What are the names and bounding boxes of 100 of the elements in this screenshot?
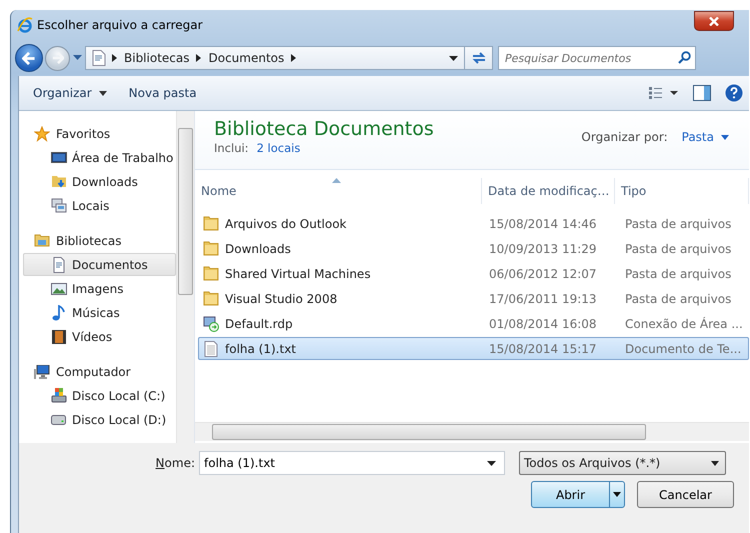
file-name-label: Nome: <box>154 456 196 470</box>
date-cell-text: 15/08/2014 15:17 <box>488 342 598 356</box>
date-cell-text: 15/08/2014 14:46 <box>488 216 598 230</box>
caret-icon <box>711 460 719 466</box>
file-row[interactable]: Shared Virtual Machines 06/06/2012 12:07 Pasta de arquivos <box>198 262 749 285</box>
horizontal-scrollbar[interactable] <box>195 422 749 441</box>
sidebar-item[interactable]: Disco Local (C:) <box>23 384 176 407</box>
file-name-field[interactable]: folha (1).txt <box>199 451 505 475</box>
sidebar-item[interactable]: Documentos <box>23 253 176 276</box>
file-row[interactable]: Arquivos do Outlook 15/08/2014 14:46 Pasta de arquivos <box>198 212 749 235</box>
window-title: Escolher arquivo a carregar <box>37 18 203 32</box>
address-bar[interactable]: Bibliotecas Documentos <box>85 46 465 70</box>
film-icon <box>52 330 66 344</box>
type-cell-text: Pasta de arquivos <box>624 242 732 256</box>
column-header[interactable]: Tipo <box>615 178 749 204</box>
chevron-icon[interactable] <box>291 54 296 62</box>
close-button[interactable] <box>694 11 734 31</box>
breadcrumb-item[interactable]: Documentos <box>208 51 284 65</box>
folder-icon <box>202 266 218 281</box>
sidebar-item[interactable]: Disco Local (D:) <box>23 408 176 431</box>
monitor-icon <box>50 152 66 163</box>
preview-pane-button[interactable] <box>693 85 711 101</box>
sidebar-item[interactable]: Locais <box>23 194 176 217</box>
type-cell-text: Pasta de arquivos <box>624 266 732 280</box>
folder-icon <box>34 234 50 247</box>
help-button[interactable] <box>725 84 743 102</box>
sidebar-item[interactable]: Imagens <box>23 277 176 300</box>
locations-link[interactable]: 2 locais <box>256 141 300 155</box>
music-note-icon <box>52 304 65 320</box>
sidebar-item[interactable]: Músicas <box>23 301 176 324</box>
left-arrow-icon <box>22 52 36 64</box>
file-name: Visual Studio 2008 <box>225 292 338 306</box>
caret-icon <box>98 90 107 96</box>
file-row[interactable]: Downloads 10/09/2013 11:29 Pasta de arquivos <box>198 237 749 260</box>
breadcrumb-item[interactable]: Bibliotecas <box>124 51 190 65</box>
type-cell-text: Conexão de Área ... <box>624 316 744 330</box>
document-icon <box>52 256 64 272</box>
sort-ascending-icon <box>332 178 342 183</box>
caret-icon <box>613 492 621 497</box>
star-icon <box>34 126 50 142</box>
right-arrow-icon <box>52 52 64 64</box>
file-name: Downloads <box>225 242 291 256</box>
pane-icon <box>693 85 711 101</box>
date-cell-text: 06/06/2012 12:07 <box>488 266 598 280</box>
library-title: Biblioteca Documentos <box>214 117 434 141</box>
column-header[interactable]: Nome <box>195 178 482 204</box>
dialog-button[interactable]: Abrir <box>531 481 625 508</box>
refresh-button[interactable] <box>465 46 493 70</box>
toolbar-button[interactable]: Nova pasta <box>124 82 201 104</box>
includes-label: Inclui: <box>214 141 249 155</box>
document-icon <box>92 50 106 66</box>
column-header[interactable]: Data de modificaç… <box>482 178 615 204</box>
arrange-by-dropdown[interactable]: Pasta <box>682 130 729 144</box>
folder-icon <box>202 241 218 256</box>
computer-window-icon <box>50 198 66 213</box>
sidebar-item[interactable]: Vídeos <box>23 325 176 348</box>
file-name: Arquivos do Outlook <box>225 216 346 230</box>
file-name: folha (1).txt <box>225 342 296 356</box>
file-row[interactable]: Visual Studio 2008 17/06/2011 19:13 Pasta de arquivos <box>198 287 749 310</box>
dropdown-arrow-icon[interactable] <box>449 56 458 60</box>
sidebar-group[interactable]: Computador <box>19 360 176 383</box>
file-type-dropdown[interactable]: Todos os Arquivos (*.*) <box>519 451 726 475</box>
search-field[interactable]: Pesquisar Documentos <box>498 46 696 70</box>
chevron-icon[interactable] <box>196 54 202 62</box>
sidebar-item[interactable]: Área de Trabalho <box>23 146 176 169</box>
browser-logo-icon <box>17 17 33 33</box>
dropdown-arrow-icon[interactable] <box>487 461 496 466</box>
file-name: Default.rdp <box>225 316 293 330</box>
refresh-arrows-icon <box>472 52 486 64</box>
remote-connection-icon <box>202 316 218 332</box>
drive-icon <box>51 414 66 424</box>
sidebar-group[interactable]: Favoritos <box>19 122 176 145</box>
file-row[interactable]: Default.rdp 01/08/2014 16:08 Conexão de Área ... <box>198 312 749 335</box>
type-cell-text: Documento de Te... <box>624 342 742 356</box>
sidebar-group[interactable]: Bibliotecas <box>19 229 176 252</box>
list-view-icon <box>649 87 679 99</box>
help-icon <box>725 84 743 102</box>
close-icon <box>709 16 719 26</box>
vertical-scrollbar[interactable] <box>176 111 194 443</box>
drive-icon <box>50 388 66 403</box>
search-icon <box>678 51 691 64</box>
dialog-button[interactable]: Cancelar <box>637 481 734 508</box>
text-file-icon <box>204 340 218 356</box>
file-row[interactable]: folha (1).txt 15/08/2014 15:17 Documento de Te... <box>198 337 749 360</box>
computer-icon <box>34 364 50 378</box>
sidebar-item[interactable]: Downloads <box>23 170 176 193</box>
picture-icon <box>50 282 66 294</box>
toolbar-button[interactable]: Organizar <box>29 82 111 104</box>
view-options-button[interactable] <box>649 87 679 99</box>
date-cell-text: 01/08/2014 16:08 <box>488 316 598 330</box>
type-cell-text: Pasta de arquivos <box>624 292 732 306</box>
caret-icon <box>721 134 729 140</box>
date-cell-text: 17/06/2011 19:13 <box>488 292 598 306</box>
chevron-icon[interactable] <box>112 54 117 62</box>
file-name: Shared Virtual Machines <box>225 266 371 280</box>
type-cell-text: Pasta de arquivos <box>624 216 732 230</box>
back-button[interactable] <box>15 44 43 72</box>
folder-icon <box>202 291 218 306</box>
arrange-by-label: Organizar por: <box>581 130 668 144</box>
caret-icon[interactable] <box>73 55 82 61</box>
